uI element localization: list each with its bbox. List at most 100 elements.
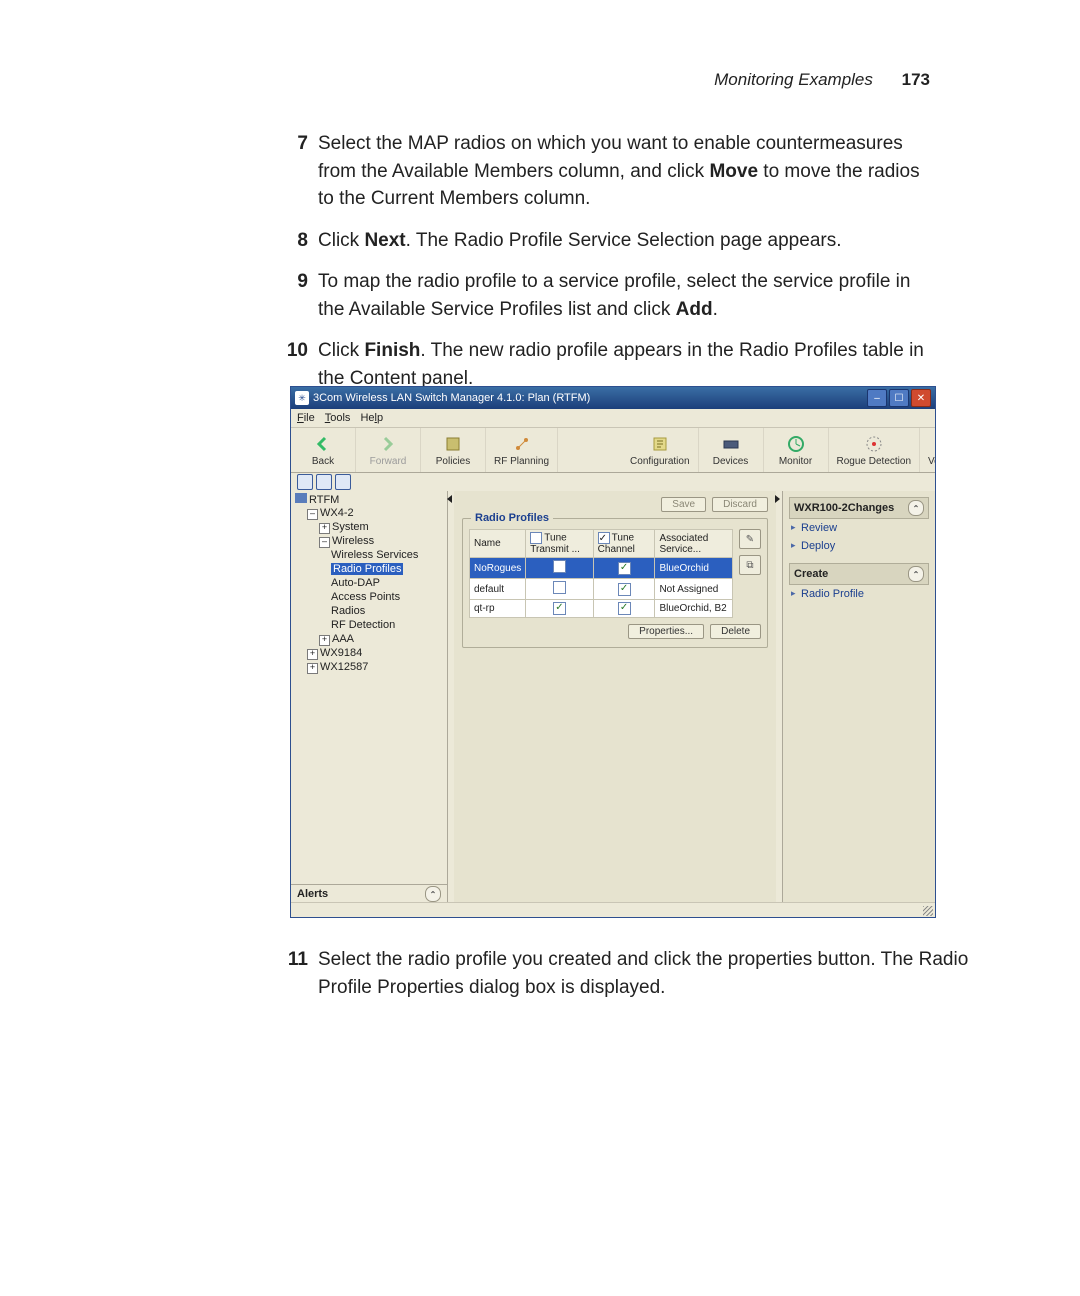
- forward-button: Forward: [356, 428, 421, 472]
- collapse-icon[interactable]: ⌃: [908, 566, 924, 582]
- task-panel: WXR100-2Changes ⌃ Review Deploy Create ⌃…: [782, 491, 935, 903]
- close-button[interactable]: ✕: [911, 389, 931, 407]
- instruction-step-11: 11 Select the radio profile you created …: [280, 946, 1006, 1015]
- table-row[interactable]: default✓Not Assigned: [470, 579, 733, 600]
- tree-wireless[interactable]: Wireless: [332, 535, 374, 547]
- step-text: Select the radio profile you created and…: [318, 946, 1006, 1001]
- deploy-link[interactable]: Deploy: [789, 537, 929, 555]
- col-tune-transmit[interactable]: Tune Transmit ...: [526, 530, 593, 558]
- toolbar-label: RF Planning: [494, 456, 549, 467]
- util-btn-2[interactable]: [316, 474, 332, 490]
- maximize-button[interactable]: ☐: [889, 389, 909, 407]
- delete-button[interactable]: Delete: [710, 624, 761, 639]
- cell-tune-transmit[interactable]: [526, 579, 593, 600]
- step-number: 11: [280, 946, 308, 1001]
- tree-wx9184[interactable]: WX9184: [320, 647, 362, 659]
- tree-wx12587[interactable]: WX12587: [320, 661, 368, 673]
- util-btn-3[interactable]: [335, 474, 351, 490]
- tree-aaa[interactable]: AAA: [332, 633, 354, 645]
- toolbar-label: Verification: [928, 456, 936, 467]
- step-number: 7: [280, 130, 308, 213]
- back-button[interactable]: Back: [291, 428, 356, 472]
- create-header[interactable]: Create ⌃: [789, 563, 929, 585]
- checkbox-icon[interactable]: ✓: [618, 602, 631, 615]
- checkbox-icon[interactable]: [553, 581, 566, 594]
- discard-button[interactable]: Discard: [712, 497, 768, 512]
- toolbar-icon: [512, 434, 532, 454]
- checkbox-icon[interactable]: ✓: [553, 602, 566, 615]
- expander-icon[interactable]: +: [307, 663, 318, 674]
- cell-service: BlueOrchid, B2: [655, 600, 733, 618]
- checkbox-icon[interactable]: [530, 532, 542, 544]
- expander-icon[interactable]: +: [307, 649, 318, 660]
- cell-tune-transmit[interactable]: [526, 558, 593, 579]
- collapse-icon[interactable]: ⌃: [908, 500, 924, 516]
- policies-button[interactable]: Policies: [421, 428, 486, 472]
- radio-profiles-table[interactable]: Name Tune Transmit ... ✓Tune Channel Ass…: [469, 529, 733, 618]
- cell-tune-channel[interactable]: ✓: [593, 579, 655, 600]
- cell-tune-transmit[interactable]: ✓: [526, 600, 593, 618]
- rfplanning-button[interactable]: RF Planning: [486, 428, 558, 472]
- checkbox-icon[interactable]: ✓: [598, 532, 610, 544]
- menu-help[interactable]: Help: [360, 412, 383, 424]
- review-link[interactable]: Review: [789, 519, 929, 537]
- step-number: 8: [280, 227, 308, 255]
- tree-radios[interactable]: Radios: [331, 605, 365, 617]
- navigation-tree[interactable]: RTFM –WX4-2 +System –Wireless Wireless S…: [291, 491, 448, 903]
- checkbox-icon[interactable]: ✓: [618, 562, 631, 575]
- expander-icon[interactable]: +: [319, 523, 330, 534]
- col-tune-channel[interactable]: ✓Tune Channel: [593, 530, 655, 558]
- col-associated-service[interactable]: Associated Service...: [655, 530, 733, 558]
- copy-icon-button[interactable]: ⧉: [739, 555, 761, 575]
- toolbar-icon: [721, 434, 741, 454]
- table-row[interactable]: NoRogues✓BlueOrchid: [470, 558, 733, 579]
- tree-wx4[interactable]: WX4-2: [320, 507, 354, 519]
- tree-access-points[interactable]: Access Points: [331, 591, 400, 603]
- save-button[interactable]: Save: [661, 497, 706, 512]
- create-radio-profile-link[interactable]: Radio Profile: [789, 585, 929, 603]
- menu-tools[interactable]: Tools: [325, 412, 351, 424]
- menu-file[interactable]: File: [297, 412, 315, 424]
- tree-system[interactable]: System: [332, 521, 369, 533]
- verification-button[interactable]: Verification: [920, 428, 936, 472]
- devices-button[interactable]: Devices: [699, 428, 764, 472]
- minimize-button[interactable]: ‒: [867, 389, 887, 407]
- plan-icon: [295, 493, 307, 503]
- configuration-button[interactable]: Configuration: [622, 428, 698, 472]
- properties-button[interactable]: Properties...: [628, 624, 704, 639]
- util-btn-1[interactable]: [297, 474, 313, 490]
- cell-tune-channel[interactable]: ✓: [593, 558, 655, 579]
- window-title: 3Com Wireless LAN Switch Manager 4.1.0: …: [313, 392, 590, 404]
- alerts-panel-header[interactable]: Alerts ⌃: [291, 884, 447, 903]
- resize-grip-icon[interactable]: [923, 906, 933, 916]
- table-row[interactable]: qt-rp✓✓BlueOrchid, B2: [470, 600, 733, 618]
- step-number: 10: [280, 337, 308, 392]
- main-toolbar: BackForwardPolicies RF Planning Configurat…: [291, 428, 935, 473]
- toolbar-icon: [786, 434, 806, 454]
- menu-bar[interactable]: File Tools Help: [291, 409, 935, 428]
- collapse-icon[interactable]: ⌃: [425, 886, 441, 902]
- expander-icon[interactable]: –: [307, 509, 318, 520]
- alerts-label: Alerts: [297, 888, 328, 900]
- monitor-button[interactable]: Monitor: [764, 428, 829, 472]
- tree-radio-profiles[interactable]: Radio Profiles: [331, 563, 403, 575]
- app-icon: ✳: [295, 391, 309, 405]
- cell-service: Not Assigned: [655, 579, 733, 600]
- changes-header[interactable]: WXR100-2Changes ⌃: [789, 497, 929, 519]
- properties-icon-button[interactable]: ✎: [739, 529, 761, 549]
- tree-auto-dap[interactable]: Auto-DAP: [331, 577, 380, 589]
- rogue-button[interactable]: Rogue Detection: [829, 428, 921, 472]
- splitter-right[interactable]: [776, 491, 782, 903]
- tree-wireless-services[interactable]: Wireless Services: [331, 549, 418, 561]
- cell-name: NoRogues: [470, 558, 526, 579]
- tree-root[interactable]: RTFM: [309, 494, 339, 506]
- tree-rf-detection[interactable]: RF Detection: [331, 619, 395, 631]
- col-name[interactable]: Name: [470, 530, 526, 558]
- cell-tune-channel[interactable]: ✓: [593, 600, 655, 618]
- toolbar-icon: [650, 434, 670, 454]
- checkbox-icon[interactable]: [553, 560, 566, 573]
- titlebar[interactable]: ✳ 3Com Wireless LAN Switch Manager 4.1.0…: [291, 387, 935, 409]
- checkbox-icon[interactable]: ✓: [618, 583, 631, 596]
- expander-icon[interactable]: –: [319, 537, 330, 548]
- expander-icon[interactable]: +: [319, 635, 330, 646]
